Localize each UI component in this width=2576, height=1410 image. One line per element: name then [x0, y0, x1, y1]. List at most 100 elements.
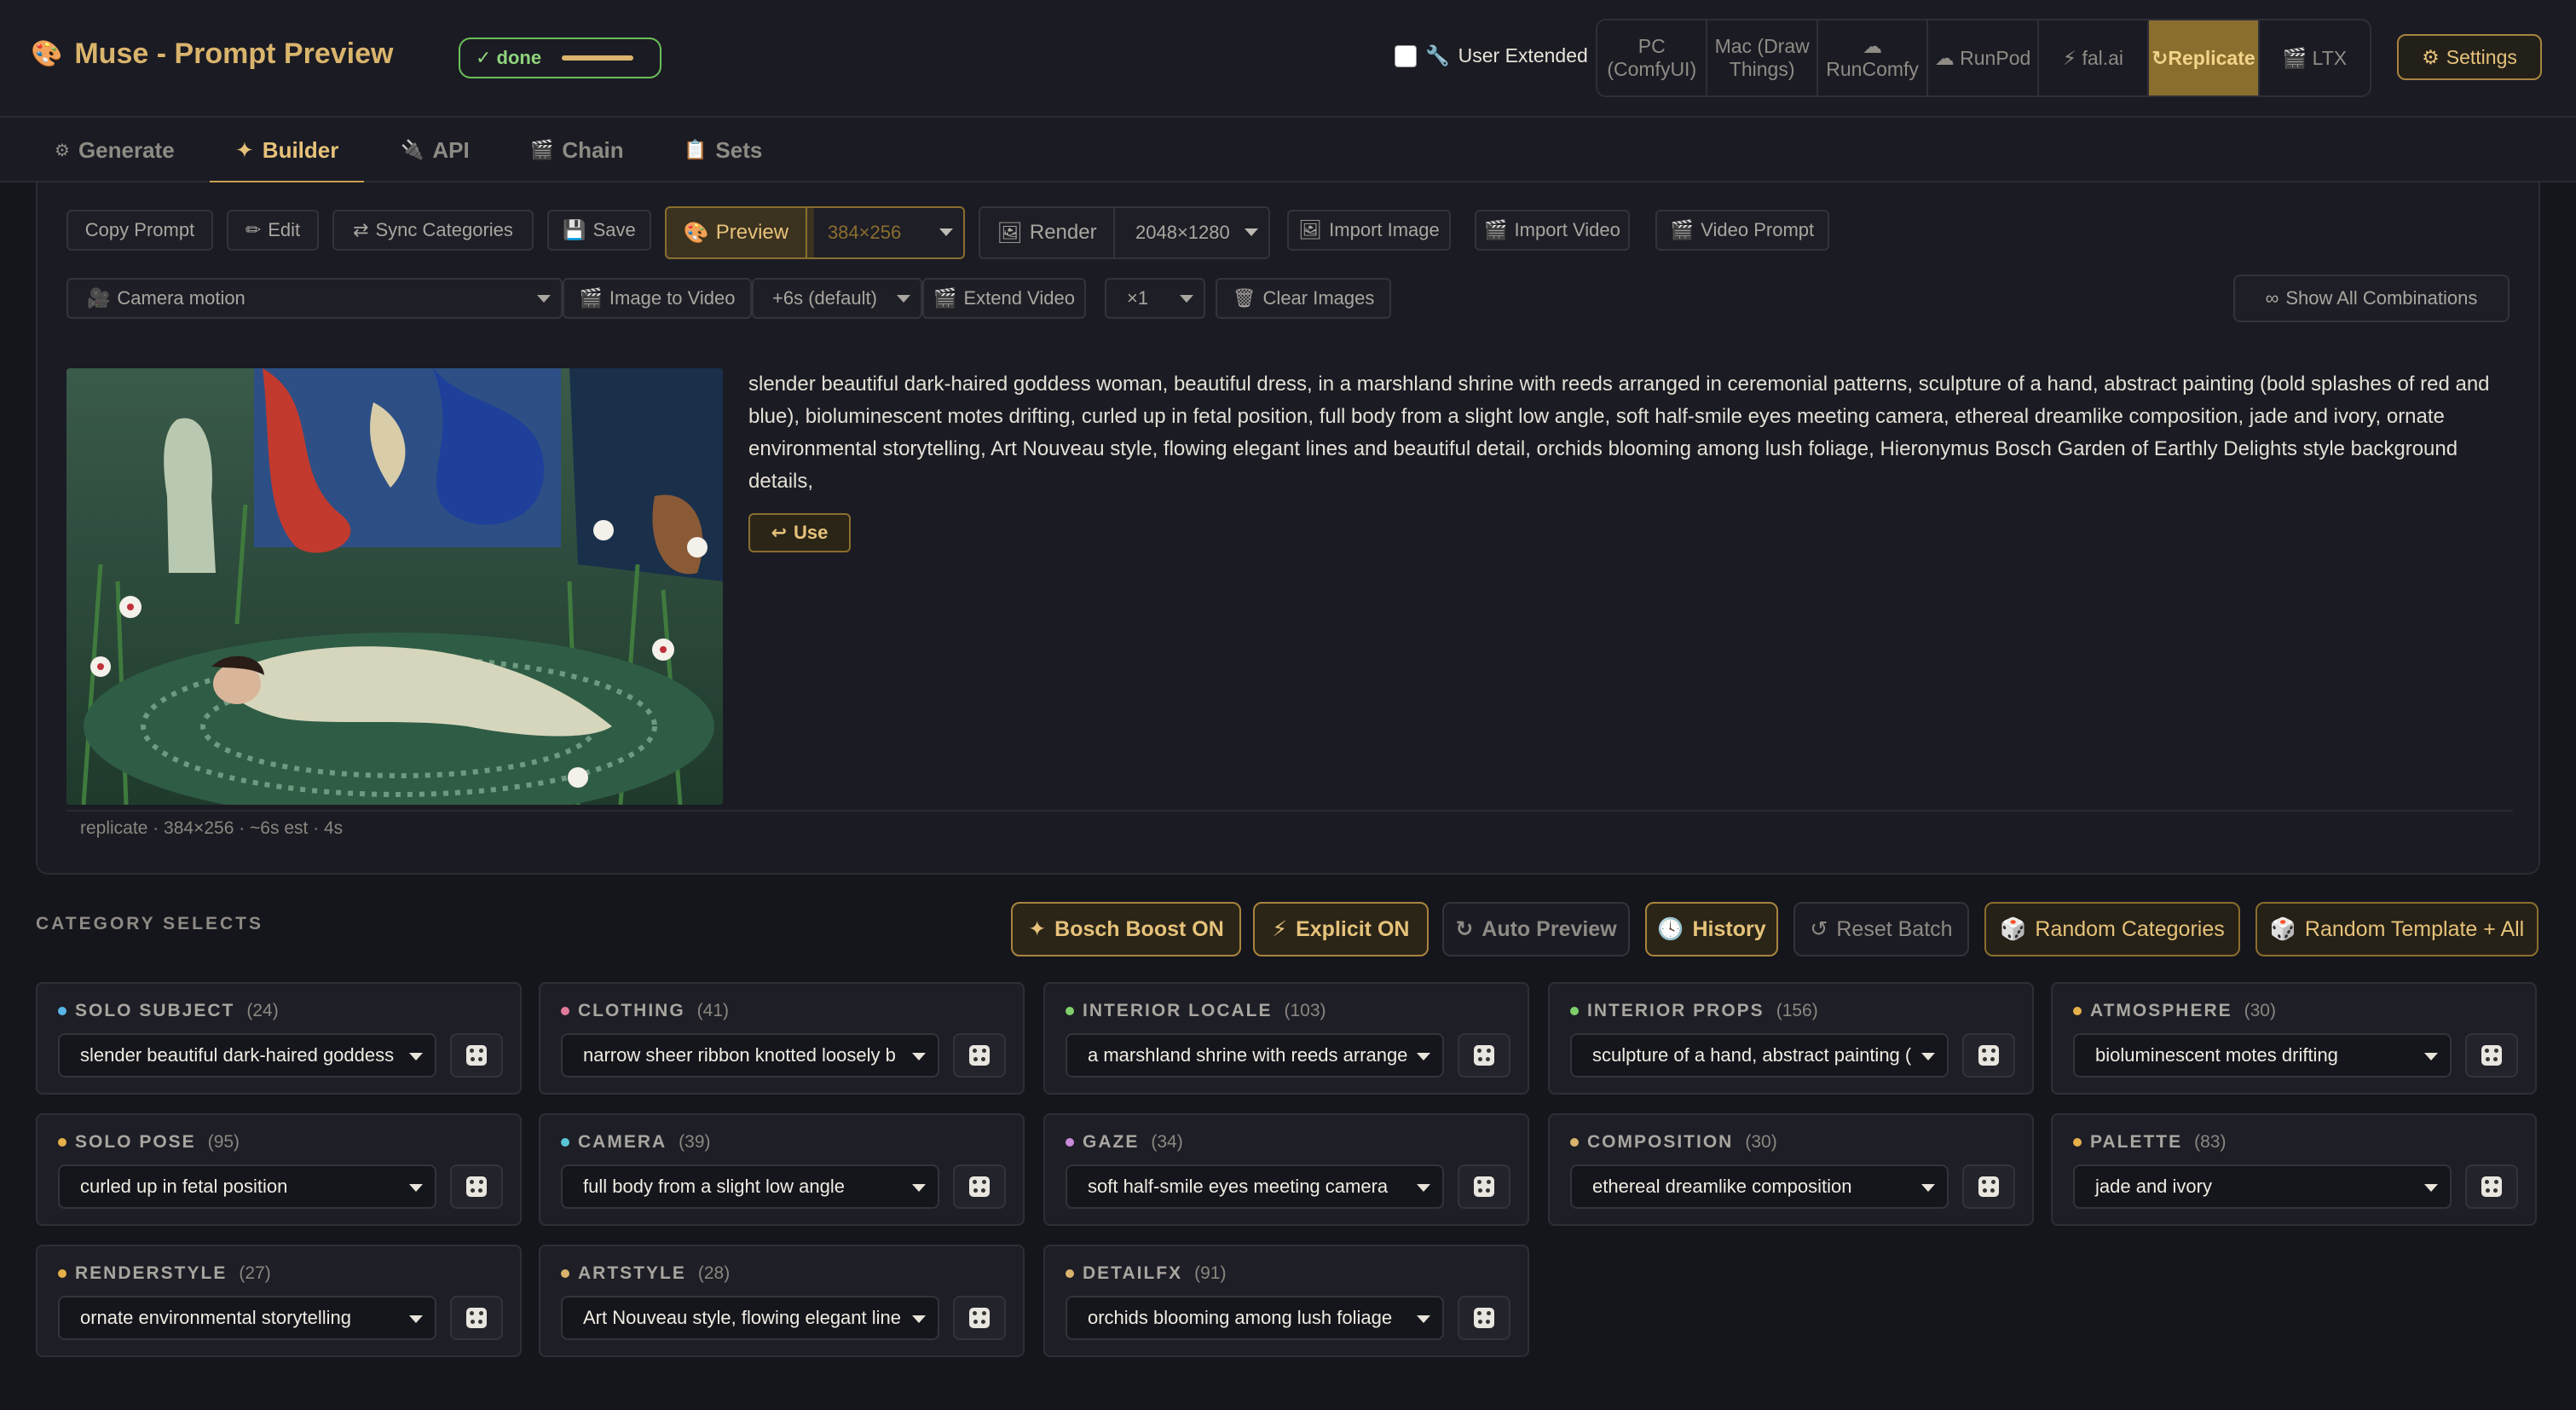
tab-builder[interactable]: ✦ Builder — [209, 118, 365, 184]
multiplier-select[interactable]: ×1 — [1105, 278, 1205, 319]
randomize-category-button[interactable] — [953, 1296, 1006, 1340]
backend-pc-comfyui[interactable]: PC (ComfyUI) — [1597, 20, 1708, 95]
backend-runcomfy[interactable]: ☁ RunComfy — [1818, 20, 1929, 95]
bolt-icon: ⚡ — [1272, 917, 1288, 941]
user-extended-checkbox[interactable] — [1395, 44, 1417, 67]
chevron-down-icon — [409, 1053, 423, 1060]
preview-button[interactable]: 🎨 Preview — [667, 208, 807, 257]
category-selects-heading: CATEGORY SELECTS — [36, 914, 263, 933]
category-select[interactable]: curled up in fetal position — [58, 1164, 436, 1209]
randomize-category-button[interactable] — [450, 1164, 503, 1209]
chevron-down-icon — [2424, 1184, 2438, 1192]
preview-image — [66, 368, 723, 805]
category-select[interactable]: Art Nouveau style, flowing elegant line — [561, 1296, 939, 1340]
settings-button[interactable]: ⚙ Settings — [2397, 34, 2542, 80]
category-select[interactable]: sculpture of a hand, abstract painting ( — [1570, 1033, 1949, 1078]
category-dot — [58, 1007, 66, 1015]
category-select[interactable]: full body from a slight low angle — [561, 1164, 939, 1209]
video-prompt-button[interactable]: 🎬 Video Prompt — [1655, 210, 1829, 251]
generated-image-illustration — [66, 368, 723, 805]
category-select[interactable]: ethereal dreamlike composition — [1570, 1164, 1949, 1209]
category-count: (34) — [1151, 1132, 1183, 1152]
render-size-select[interactable]: 2048×1280 — [1122, 208, 1268, 257]
image-icon: 🖼 — [1298, 219, 1323, 240]
dice-icon: 🎲 — [2000, 916, 2027, 941]
clear-images-button[interactable]: 🗑 Clear Images — [1216, 278, 1391, 319]
category-select[interactable]: narrow sheer ribbon knotted loosely b — [561, 1033, 939, 1078]
randomize-category-button[interactable] — [2465, 1164, 2518, 1209]
category-name: SOLO POSE — [75, 1132, 196, 1152]
tab-sets[interactable]: 📋 Sets — [684, 118, 762, 182]
backend-runpod[interactable]: ☁ RunPod — [1928, 20, 2039, 95]
tab-generate[interactable]: ⚙ Generate — [55, 118, 175, 182]
backend-replicate[interactable]: ↻ Replicate — [2149, 20, 2260, 95]
use-prompt-button[interactable]: ↩ Use — [748, 513, 851, 552]
category-count: (156) — [1776, 1001, 1818, 1020]
sync-categories-button[interactable]: ⇄ Sync Categories — [332, 210, 534, 251]
backend-label: fal.ai — [2082, 46, 2124, 69]
category-select[interactable]: jade and ivory — [2073, 1164, 2452, 1209]
select-value: sculpture of a hand, abstract painting ( — [1592, 1044, 1912, 1066]
category-card: SOLO POSE (95) curled up in fetal position — [36, 1113, 522, 1226]
category-select[interactable]: a marshland shrine with reeds arrange — [1066, 1033, 1444, 1078]
backend-fal-ai[interactable]: ⚡ fal.ai — [2039, 20, 2150, 95]
category-select[interactable]: soft half-smile eyes meeting camera — [1066, 1164, 1444, 1209]
randomize-category-button[interactable] — [2465, 1033, 2518, 1078]
dice-icon — [466, 1308, 487, 1328]
backend-selector: PC (ComfyUI) Mac (Draw Things) ☁ RunComf… — [1596, 19, 2371, 97]
explicit-toggle[interactable]: ⚡ Explicit ON — [1253, 902, 1429, 956]
category-count: (24) — [246, 1001, 279, 1020]
select-value: a marshland shrine with reeds arrange — [1088, 1044, 1408, 1066]
dice-icon — [969, 1045, 990, 1066]
duration-select[interactable]: +6s (default) — [752, 278, 922, 319]
randomize-category-button[interactable] — [1458, 1296, 1510, 1340]
button-label: Random Categories — [2035, 916, 2225, 941]
randomize-category-button[interactable] — [953, 1164, 1006, 1209]
copy-prompt-button[interactable]: Copy Prompt — [66, 210, 213, 251]
auto-preview-toggle[interactable]: ↻ Auto Preview — [1442, 902, 1630, 956]
select-value: bioluminescent motes drifting — [2095, 1044, 2338, 1066]
button-label: History — [1692, 916, 1766, 941]
import-image-button[interactable]: 🖼 Import Image — [1287, 210, 1451, 251]
button-label: Bosch Boost ON — [1054, 916, 1224, 941]
category-select[interactable]: ornate environmental storytelling — [58, 1296, 436, 1340]
random-categories-button[interactable]: 🎲 Random Categories — [1984, 902, 2240, 956]
backend-mac-draw-things[interactable]: Mac (Draw Things) — [1707, 20, 1818, 95]
backend-ltx[interactable]: 🎬 LTX — [2260, 20, 2370, 95]
randomize-category-button[interactable] — [953, 1033, 1006, 1078]
category-select[interactable]: slender beautiful dark-haired goddess — [58, 1033, 436, 1078]
show-all-combinations-button[interactable]: ∞ Show All Combinations — [2233, 274, 2510, 322]
select-value: ethereal dreamlike composition — [1592, 1176, 1852, 1197]
import-video-button[interactable]: 🎬 Import Video — [1475, 210, 1630, 251]
randomize-category-button[interactable] — [1962, 1033, 2015, 1078]
bosch-boost-toggle[interactable]: ✦ Bosch Boost ON — [1011, 902, 1241, 956]
extend-video-button[interactable]: 🎬 Extend Video — [922, 278, 1086, 319]
preview-size-select[interactable]: 384×256 — [813, 208, 963, 257]
reset-batch-button[interactable]: ↺ Reset Batch — [1793, 902, 1969, 956]
history-button[interactable]: 🕓 History — [1645, 902, 1778, 956]
tab-chain[interactable]: 🎬 Chain — [530, 118, 624, 182]
tab-label: Generate — [78, 136, 175, 163]
chevron-down-icon — [1417, 1315, 1430, 1323]
category-select[interactable]: bioluminescent motes drifting — [2073, 1033, 2452, 1078]
user-extended-toggle[interactable]: 🔧 User Extended — [1395, 44, 1588, 67]
randomize-category-button[interactable] — [450, 1033, 503, 1078]
randomize-category-button[interactable] — [1962, 1164, 2015, 1209]
image-to-video-button[interactable]: 🎬 Image to Video — [563, 278, 752, 319]
button-label: Clear Images — [1262, 287, 1375, 309]
edit-button[interactable]: ✏ Edit — [227, 210, 319, 251]
camera-motion-select[interactable]: 🎥 Camera motion — [66, 278, 563, 319]
clipboard-icon: 📋 — [684, 139, 708, 160]
button-label: Show All Combinations — [2285, 287, 2478, 309]
palette-icon: 🎨 — [683, 221, 709, 245]
category-select[interactable]: orchids blooming among lush foliage — [1066, 1296, 1444, 1340]
randomize-category-button[interactable] — [1458, 1164, 1510, 1209]
random-template-button[interactable]: 🎲 Random Template + All — [2255, 902, 2538, 956]
tab-api[interactable]: 🔌 API — [401, 118, 470, 182]
render-button[interactable]: 🖼 Render — [980, 208, 1115, 257]
randomize-category-button[interactable] — [450, 1296, 503, 1340]
category-count: (30) — [2244, 1001, 2276, 1020]
button-label: Preview — [715, 221, 789, 244]
randomize-category-button[interactable] — [1458, 1033, 1510, 1078]
save-button[interactable]: 💾 Save — [547, 210, 651, 251]
